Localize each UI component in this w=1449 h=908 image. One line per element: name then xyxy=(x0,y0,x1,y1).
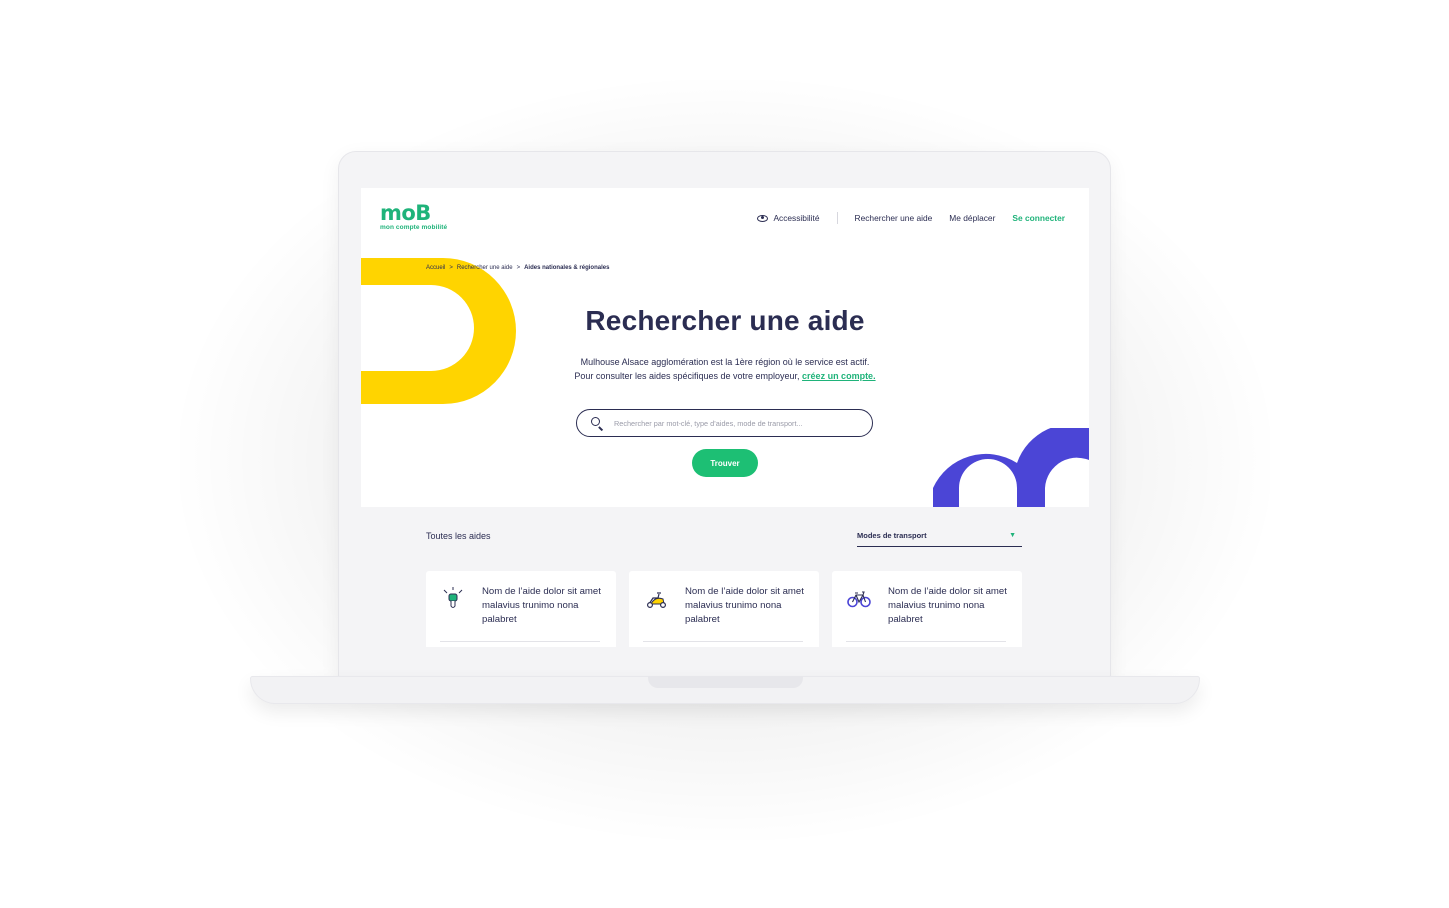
hero-line-2-text: Pour consulter les aides spécifiques de … xyxy=(574,370,803,381)
electric-plug-icon xyxy=(443,587,463,608)
find-button[interactable]: Trouver xyxy=(692,449,758,477)
aids-listing-section: Toutes les aides Modes de transport ▼ No… xyxy=(361,507,1089,647)
page-title: Rechercher une aide xyxy=(585,305,865,336)
hero-description: Mulhouse Alsace agglomération est la 1èr… xyxy=(361,356,1089,383)
aid-card-title: Nom de l’aide dolor sit amet malavius tr… xyxy=(888,586,1007,626)
search-input[interactable] xyxy=(614,418,854,428)
all-aids-label[interactable]: Toutes les aides xyxy=(426,531,491,541)
logo-tagline: mon compte mobilité xyxy=(380,224,448,231)
search-icon[interactable] xyxy=(591,417,603,429)
blue-m-shape xyxy=(933,428,1089,518)
transport-mode-select[interactable]: Modes de transport ▼ xyxy=(857,525,1022,547)
breadcrumb-search-aid[interactable]: Rechercher une aide xyxy=(457,265,513,271)
search-bar xyxy=(576,409,873,437)
logo-wordmark: moB xyxy=(380,201,431,225)
nav-accessibility[interactable]: Accessibilité xyxy=(757,213,820,223)
eye-icon xyxy=(757,214,769,222)
nav-login[interactable]: Se connecter xyxy=(1012,213,1065,223)
aid-card-divider xyxy=(846,641,1006,642)
nav-move[interactable]: Me déplacer xyxy=(949,213,995,223)
aid-card[interactable]: Nom de l’aide dolor sit amet malavius tr… xyxy=(426,571,616,647)
aid-card-divider xyxy=(643,641,803,642)
laptop-screen: moB mon compte mobilité Accessibilité Re… xyxy=(361,188,1089,647)
aid-card[interactable]: Nom de l’aide dolor sit amet malavius tr… xyxy=(832,571,1022,647)
scooter-icon xyxy=(646,592,667,609)
main-nav: Accessibilité Rechercher une aide Me dép… xyxy=(757,212,1065,224)
breadcrumb-current: Aides nationales & régionales xyxy=(524,265,610,271)
nav-divider xyxy=(836,212,838,224)
hero-line-1: Mulhouse Alsace agglomération est la 1èr… xyxy=(580,357,870,367)
aid-card-divider xyxy=(440,641,600,642)
create-account-link[interactable]: créez un compte. xyxy=(802,371,876,381)
transport-mode-select-value: Modes de transport xyxy=(857,531,927,540)
breadcrumb-separator: > xyxy=(516,265,521,271)
breadcrumb: Accueil > Rechercher une aide > Aides na… xyxy=(426,265,609,271)
breadcrumb-separator: > xyxy=(449,265,453,271)
aid-card-title: Nom de l’aide dolor sit amet malavius tr… xyxy=(482,586,601,626)
laptop-notch xyxy=(648,676,803,688)
chevron-down-icon: ▼ xyxy=(1009,532,1016,539)
aid-card-title: Nom de l’aide dolor sit amet malavius tr… xyxy=(685,586,804,626)
aid-card[interactable]: Nom de l’aide dolor sit amet malavius tr… xyxy=(629,571,819,647)
hero-line-2: Pour consulter les aides spécifiques de … xyxy=(361,370,1089,384)
bicycle-icon xyxy=(847,591,871,608)
breadcrumb-home[interactable]: Accueil xyxy=(426,265,445,271)
nav-accessibility-label: Accessibilité xyxy=(773,213,820,223)
nav-search-aid[interactable]: Rechercher une aide xyxy=(855,213,933,223)
mob-logo[interactable]: moB mon compte mobilité xyxy=(380,202,447,231)
